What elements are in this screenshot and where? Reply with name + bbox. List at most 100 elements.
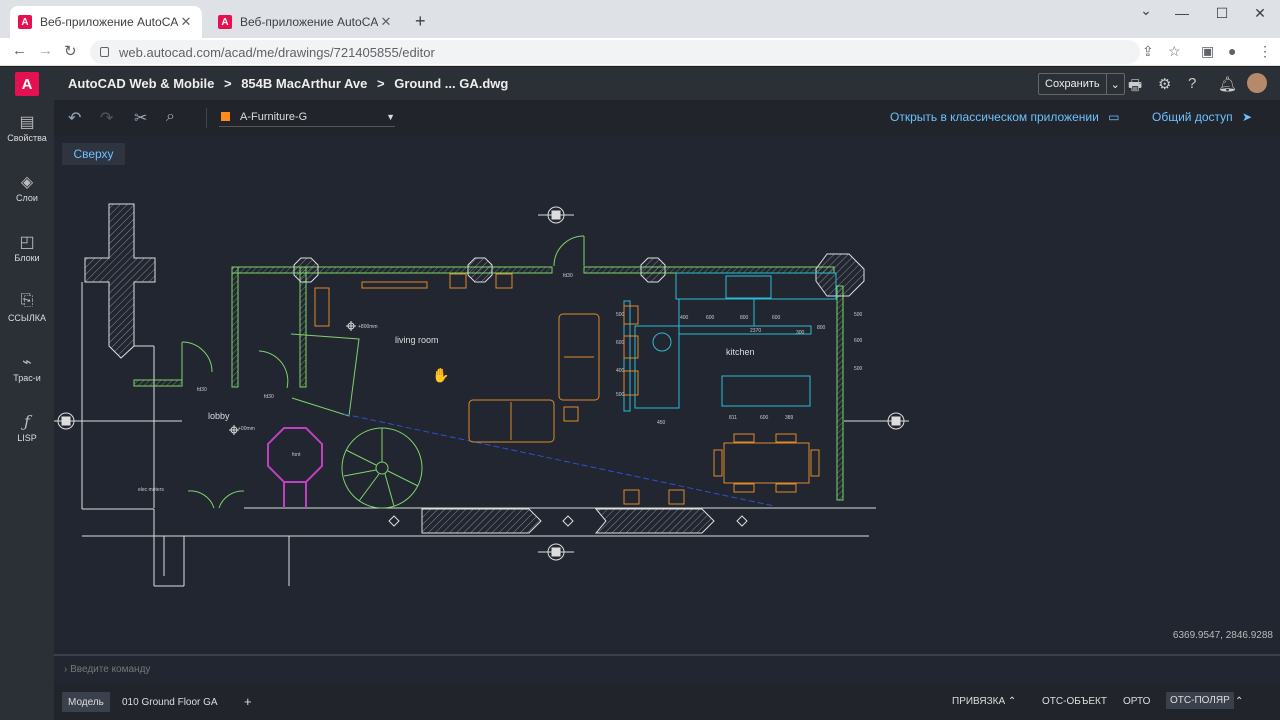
door-tag: fd30: [264, 394, 274, 400]
new-tab-button[interactable]: +: [415, 11, 426, 32]
trace-icon: ⌁: [22, 354, 32, 371]
command-input[interactable]: › Введите команду: [64, 664, 150, 675]
help-icon[interactable]: ?: [1188, 75, 1196, 92]
polar-label: ОТС-ПОЛЯР: [1170, 695, 1230, 706]
forward-icon[interactable]: →: [38, 42, 53, 59]
status-bar: Модель 010 Ground Floor GA + ПРИВЯЗКА ⌃ …: [54, 684, 1280, 720]
browser-tab[interactable]: A Веб-приложение AutoCAD — о ✕: [210, 6, 402, 38]
save-button[interactable]: Сохранить ⌄: [1038, 73, 1125, 95]
side-panel-icon[interactable]: ▣: [1201, 43, 1214, 60]
minimize-icon[interactable]: —: [1162, 5, 1202, 21]
print-icon[interactable]: 🖶: [1128, 75, 1142, 100]
sidebar-item-lisp[interactable]: ƒ LISP: [0, 412, 54, 443]
share-label: Общий доступ: [1152, 110, 1233, 124]
sidebar-item-xref[interactable]: ⎘ ССЫЛКА: [0, 292, 54, 323]
toolbar: ↶ ↷ ✂ ⌕ A-Furniture-G ▼ Открыть в класси…: [54, 100, 1280, 136]
close-window-icon[interactable]: ✕: [1240, 5, 1280, 22]
lisp-icon: ƒ: [24, 412, 30, 431]
level-markers: [229, 321, 356, 435]
close-tab-icon[interactable]: ✕: [378, 14, 394, 30]
level-annotation: +800mm: [358, 324, 378, 330]
layer-color-swatch: [221, 112, 230, 121]
breadcrumb-item[interactable]: AutoCAD Web & Mobile: [68, 76, 214, 91]
address-bar: ← → ↻ web.autocad.com/acad/me/drawings/7…: [0, 38, 1280, 66]
maximize-icon[interactable]: ☐: [1202, 5, 1242, 22]
snap-toggle[interactable]: ПРИВЯЗКА ⌃: [952, 696, 1016, 707]
gear-icon[interactable]: ⚙: [1158, 75, 1171, 93]
tab-layout[interactable]: 010 Ground Floor GA: [122, 692, 218, 712]
monitor-icon: ▭: [1108, 110, 1120, 124]
close-tab-icon[interactable]: ✕: [178, 14, 194, 30]
layer-name: A-Furniture-G: [240, 110, 308, 123]
chevron-down-icon[interactable]: ⌄: [1126, 2, 1166, 19]
tab-title: Веб-приложение AutoCAD — о: [40, 15, 178, 29]
breadcrumb-item[interactable]: 854B MacArthur Ave: [241, 76, 367, 91]
dim-label: 500: [616, 312, 625, 318]
menu-kebab-icon[interactable]: ⋮: [1258, 43, 1272, 60]
spiral-staircase: [341, 427, 423, 509]
sidebar-item-properties[interactable]: ▤ Свойства: [0, 112, 54, 143]
doors: [181, 235, 585, 509]
dim-label: 600: [854, 338, 863, 344]
sidebar-item-label: Трас-и: [13, 373, 41, 383]
bottom-lintels: [421, 508, 715, 534]
door-tag: fd30: [197, 387, 207, 393]
tab-model[interactable]: Модель: [62, 692, 110, 712]
layer-dropdown[interactable]: A-Furniture-G ▼: [219, 107, 395, 127]
chevron-down-icon[interactable]: ⌄: [1105, 74, 1124, 94]
view-cube-label[interactable]: Сверху: [62, 143, 125, 165]
app-header: A AutoCAD Web & Mobile > 854B MacArthur …: [0, 67, 1280, 100]
sidebar-item-layers[interactable]: ◈ Слои: [0, 172, 54, 203]
autocad-logo[interactable]: A: [15, 72, 39, 96]
kitchen-units: [634, 272, 837, 409]
share-page-icon[interactable]: ⇪: [1142, 43, 1154, 60]
room-label-elec: elec meters: [138, 487, 164, 493]
toolbar-divider: [206, 108, 207, 128]
url-field[interactable]: web.autocad.com/acad/me/drawings/7214058…: [90, 40, 1140, 64]
lock-icon: [100, 47, 109, 57]
trim-icon[interactable]: ✂: [134, 108, 147, 128]
polar-toggle[interactable]: ОТС-ПОЛЯР: [1166, 692, 1234, 709]
otrack-toggle[interactable]: ОТС-ОБЪЕКТ: [1042, 696, 1107, 707]
dim-label: 600: [772, 315, 781, 321]
undo-icon[interactable]: ↶: [68, 108, 81, 128]
avatar[interactable]: [1247, 73, 1267, 93]
chevron-up-icon[interactable]: ⌃: [1008, 696, 1016, 707]
open-in-desktop-button[interactable]: Открыть в классическом приложении ▭: [890, 110, 1119, 124]
sidebar-item-label: LISP: [17, 433, 37, 443]
dim-label: 500: [616, 392, 625, 398]
breadcrumb-separator-icon: >: [377, 76, 385, 91]
bookmark-star-icon[interactable]: ☆: [1168, 43, 1181, 60]
dim-label: 300: [796, 330, 805, 336]
browser-tab-active[interactable]: A Веб-приложение AutoCAD — о ✕: [10, 6, 202, 38]
sidebar-item-trace[interactable]: ⌁ Трас-и: [0, 352, 54, 383]
snap-label: ПРИВЯЗКА: [952, 696, 1006, 707]
open-classic-label: Открыть в классическом приложении: [890, 110, 1099, 124]
drawing-canvas[interactable]: 400 600 800 600 2370 300 800 500 600 500…: [54, 136, 1280, 654]
dim-label: 389: [785, 415, 794, 421]
autocad-favicon-icon: A: [218, 15, 232, 29]
living-furniture: [314, 273, 685, 505]
ortho-toggle[interactable]: ОРТО: [1123, 696, 1150, 707]
breadcrumb-separator-icon: >: [223, 76, 232, 91]
sidebar-item-label: ССЫЛКА: [7, 313, 47, 323]
hidden-line: [343, 413, 775, 507]
sidebar-item-label: Свойства: [7, 133, 47, 143]
floor-plan-drawing[interactable]: 400 600 800 600 2370 300 800 500 600 500…: [54, 136, 1280, 654]
notification-bell-icon[interactable]: 🔔︎: [1218, 75, 1237, 93]
kitchen-chairs: [623, 305, 639, 396]
door-tag: fd30: [563, 273, 573, 279]
reload-icon[interactable]: ↻: [64, 42, 77, 60]
command-line[interactable]: › Введите команду: [54, 654, 1280, 684]
sidebar-item-blocks[interactable]: ◰ Блоки: [0, 232, 54, 263]
dim-label: 600: [616, 340, 625, 346]
share-button[interactable]: Общий доступ ➤: [1152, 110, 1252, 124]
add-layout-button[interactable]: +: [244, 694, 252, 709]
sidebar-item-label: Блоки: [14, 253, 40, 263]
redo-icon[interactable]: ↷: [100, 108, 113, 128]
zoom-window-icon[interactable]: ⌕: [166, 108, 175, 126]
chevron-up-icon[interactable]: ⌃: [1235, 696, 1243, 707]
profile-icon[interactable]: ●: [1228, 43, 1236, 59]
chevron-down-icon: ▼: [386, 111, 395, 122]
back-icon[interactable]: ←: [12, 42, 27, 59]
